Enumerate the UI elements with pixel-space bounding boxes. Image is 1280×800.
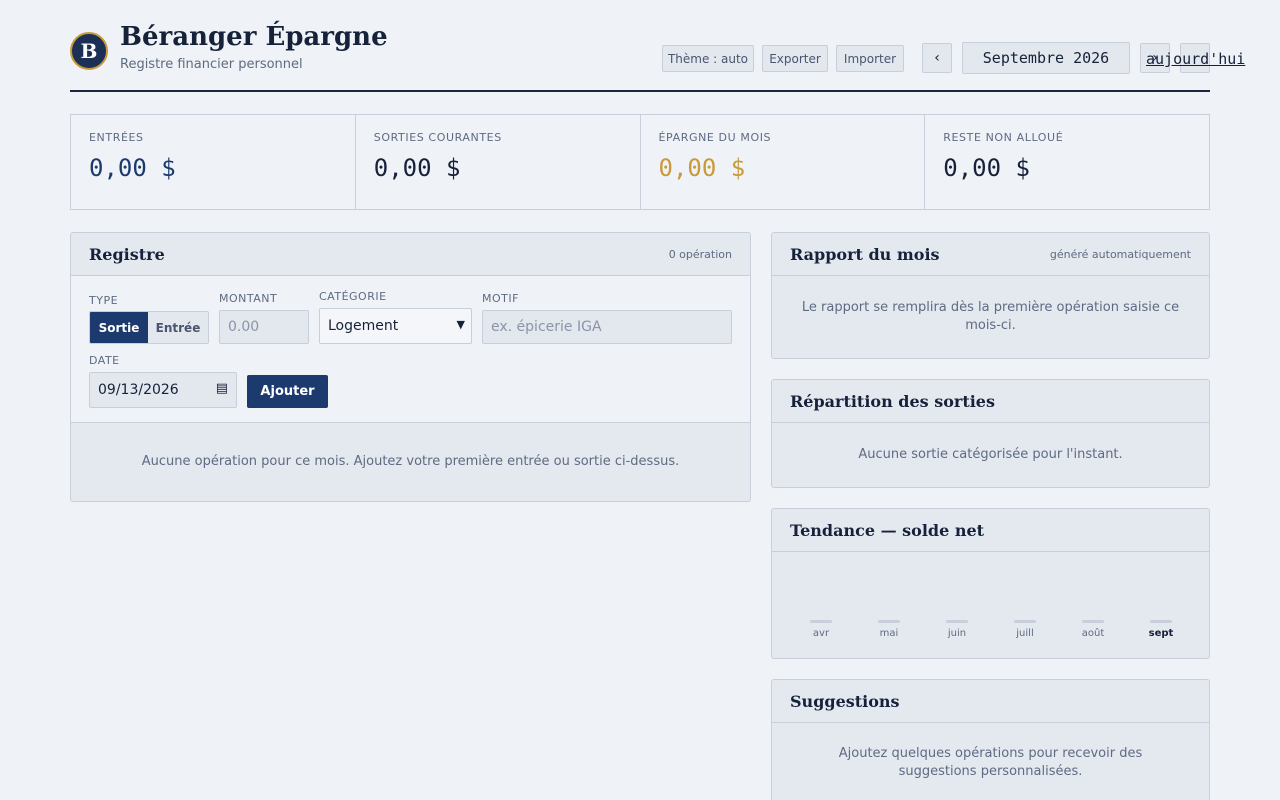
calendar-icon[interactable]: ▤ xyxy=(216,381,228,396)
rapport-panel: Rapport du mois généré automatiquement L… xyxy=(771,232,1210,359)
rapport-header: Rapport du mois généré automatiquement xyxy=(772,233,1209,276)
repartition-body: Aucune sortie catégorisée pour l'instant… xyxy=(858,447,1123,462)
trend-bar-sept xyxy=(1150,620,1172,623)
stat-value: 0,00 $ xyxy=(373,154,461,182)
theme-button[interactable]: Thème : auto xyxy=(662,45,754,72)
current-month: Septembre 2026 xyxy=(962,42,1130,74)
operation-form: TYPE Sortie Entrée MONTANT 0.00 CATÉGORI… xyxy=(71,276,750,423)
registre-header: Registre 0 opération xyxy=(71,233,750,276)
trend-label-avr: avr xyxy=(812,628,830,639)
type-toggle: Sortie Entrée xyxy=(89,311,209,344)
export-button[interactable]: Exporter xyxy=(762,45,828,72)
trend-bar-juill xyxy=(1014,620,1036,623)
stat-label: ENTRÉES xyxy=(89,131,144,144)
category-value: Logement xyxy=(328,318,399,334)
amount-label: MONTANT xyxy=(219,292,278,305)
date-value: 09/13/2026 xyxy=(98,382,179,398)
app-header: B Béranger Épargne Registre financier pe… xyxy=(70,20,1245,92)
stat-reste: RESTE NON ALLOUÉ 0,00 $ xyxy=(925,115,1209,209)
category-select[interactable]: Logement ▼ xyxy=(319,308,472,344)
trend-label-sept: sept xyxy=(1148,628,1174,639)
date-label: DATE xyxy=(89,354,120,367)
stat-sorties: SORTIES COURANTES 0,00 $ xyxy=(356,115,641,209)
trend-label-août: août xyxy=(1081,628,1105,639)
add-button[interactable]: Ajouter xyxy=(247,375,328,408)
operation-count: 0 opération xyxy=(668,247,732,261)
tendance-title: Tendance — solde net xyxy=(790,520,985,540)
stat-label: SORTIES COURANTES xyxy=(373,131,502,144)
repartition-header: Répartition des sorties xyxy=(772,380,1209,423)
brand-subtitle: Registre financier personnel xyxy=(120,57,303,72)
trend-bar-avr xyxy=(810,620,832,623)
stat-epargne: ÉPARGNE DU MOIS 0,00 $ xyxy=(641,115,926,209)
stat-value: 0,00 $ xyxy=(943,154,1030,182)
reason-label: MOTIF xyxy=(482,292,519,305)
repartition-title: Répartition des sorties xyxy=(790,391,995,411)
brand-title: Béranger Épargne xyxy=(120,22,388,52)
suggestions-header: Suggestions xyxy=(772,680,1209,723)
prev-month-button[interactable]: ‹ xyxy=(922,43,952,73)
trend-bar-mai xyxy=(878,620,900,623)
summary-stats: ENTRÉES 0,00 $ SORTIES COURANTES 0,00 $ … xyxy=(70,114,1210,210)
registre-title: Registre xyxy=(89,244,165,264)
reason-input[interactable]: ex. épicerie IGA xyxy=(482,310,732,344)
stat-value: 0,00 $ xyxy=(89,154,176,182)
brand-logo: B xyxy=(70,32,108,70)
repartition-panel: Répartition des sorties Aucune sortie ca… xyxy=(771,379,1210,488)
rapport-body: Le rapport se remplira dès la première o… xyxy=(801,300,1180,333)
trend-label-juill: juill xyxy=(1016,628,1034,639)
suggestions-body: Ajoutez quelques opérations pour recevoi… xyxy=(838,746,1143,779)
rapport-meta: généré automatiquement xyxy=(1049,247,1191,261)
tendance-header: Tendance — solde net xyxy=(772,509,1209,552)
import-button[interactable]: Importer xyxy=(836,45,904,72)
chevron-down-icon: ▼ xyxy=(456,318,465,331)
type-sortie-option[interactable]: Sortie xyxy=(90,312,148,343)
stat-label: RESTE NON ALLOUÉ xyxy=(943,131,1064,144)
category-label: CATÉGORIE xyxy=(319,290,387,303)
registre-empty-state: Aucune opération pour ce mois. Ajoutez v… xyxy=(141,454,680,469)
trend-label-juin: juin xyxy=(947,628,967,639)
stat-value: 0,00 $ xyxy=(658,154,746,182)
today-link[interactable]: aujourd'hui xyxy=(1146,50,1245,68)
suggestions-title: Suggestions xyxy=(790,691,900,711)
type-label: TYPE xyxy=(89,294,119,307)
tendance-panel: Tendance — solde net avr mai juin juill août… xyxy=(771,508,1210,659)
trend-bar-août xyxy=(1082,620,1104,623)
stat-entrees: ENTRÉES 0,00 $ xyxy=(71,115,356,209)
date-input[interactable]: 09/13/2026 ▤ xyxy=(89,372,237,408)
suggestions-panel: Suggestions Ajoutez quelques opérations … xyxy=(771,679,1210,800)
amount-input[interactable]: 0.00 xyxy=(219,310,309,344)
trend-chart: avr mai juin juill août sept xyxy=(772,552,1209,658)
trend-bar-juin xyxy=(946,620,968,623)
trend-label-mai: mai xyxy=(879,628,899,639)
rapport-title: Rapport du mois xyxy=(790,244,940,264)
stat-label: ÉPARGNE DU MOIS xyxy=(658,131,772,144)
type-entree-option[interactable]: Entrée xyxy=(148,312,208,343)
registre-panel: Registre 0 opération TYPE Sortie Entrée … xyxy=(70,232,751,502)
